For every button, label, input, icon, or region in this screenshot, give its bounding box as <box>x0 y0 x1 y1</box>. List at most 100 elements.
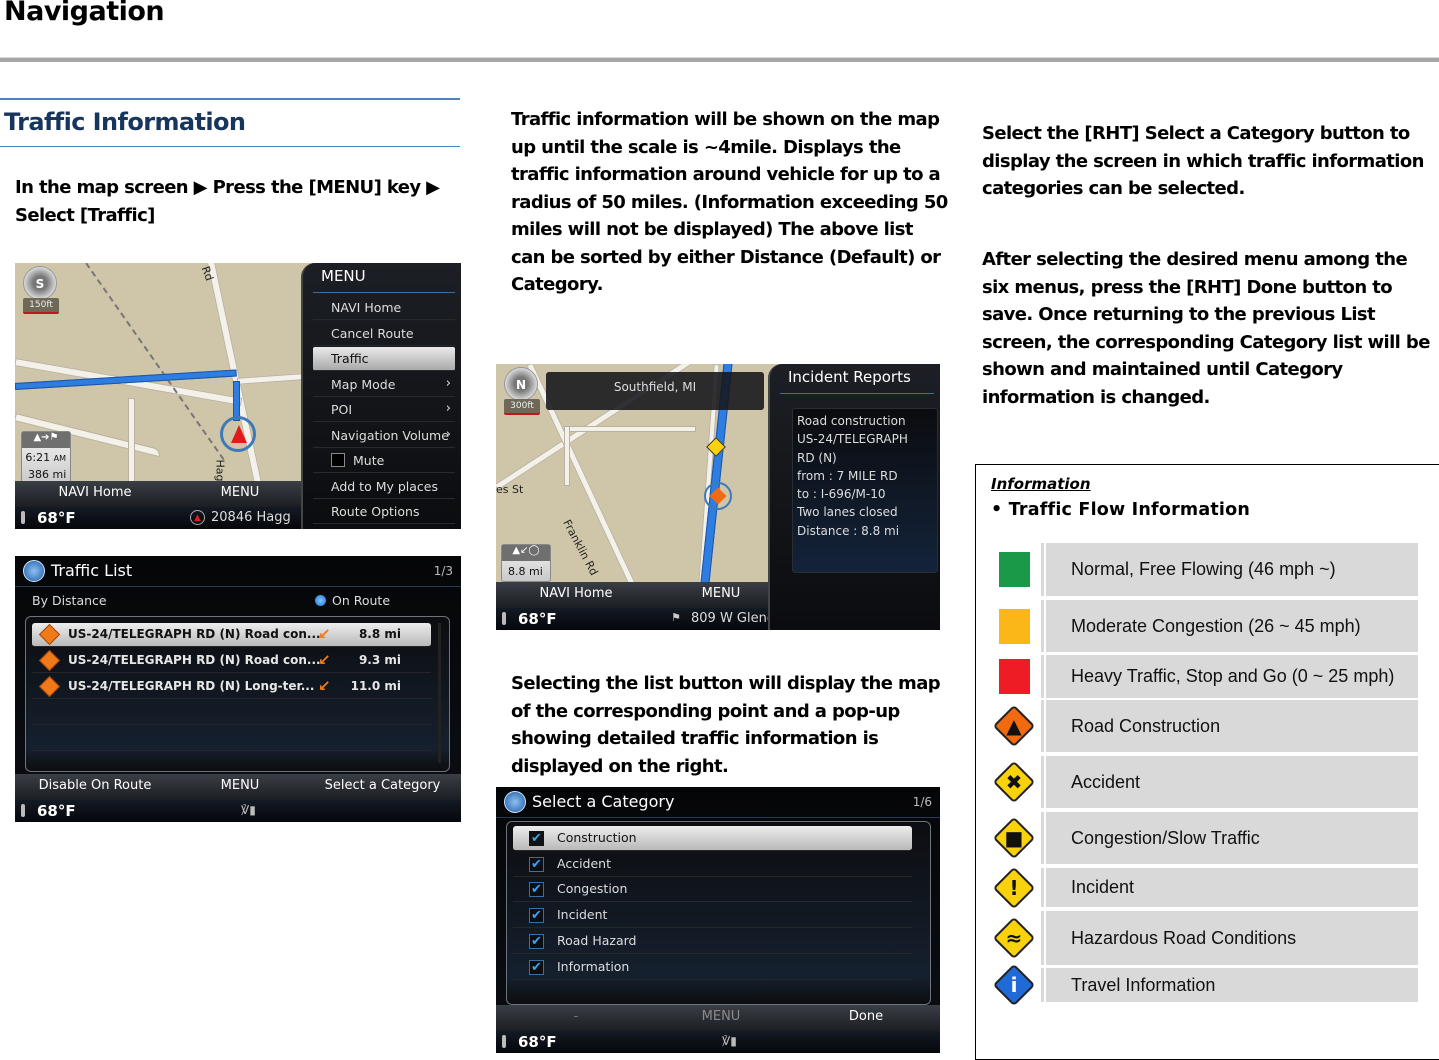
category-row[interactable]: ✔ Construction <box>513 826 912 851</box>
traffic-display-paragraph: Traffic information will be shown on the… <box>511 109 948 295</box>
incident-legend-row: ≈ Hazardous Road Conditions <box>989 911 1418 965</box>
softkey-bar: NAVI Home MENU <box>496 582 776 608</box>
construction-marker-icon <box>704 482 732 510</box>
category-row[interactable]: ✔ Information <box>513 955 912 980</box>
checkbox-checked-icon[interactable]: ✔ <box>529 959 544 975</box>
boundary-line <box>85 263 225 461</box>
menu-item[interactable]: NAVI Home <box>313 296 455 320</box>
checkbox-checked-icon[interactable]: ✔ <box>529 882 544 898</box>
menu-item[interactable]: Navigation Volume › <box>313 424 455 448</box>
map-scale: 300ft <box>504 399 540 415</box>
checkbox-checked-icon[interactable]: ✔ <box>529 831 544 846</box>
select-category-button[interactable]: Select a Category <box>310 778 455 793</box>
empty-list-row <box>32 701 431 725</box>
menu-item[interactable]: POI › <box>313 398 455 422</box>
map-view[interactable]: Rd Haggerty S 150ft ▲➔⚑ 6:21 AM 386 mi <box>15 263 318 511</box>
on-route-toggle[interactable]: On Route <box>315 593 390 608</box>
traffic-list-row[interactable]: US-24/TELEGRAPH RD (N) Road con... ↙ 8.8 m… <box>32 623 431 647</box>
empty-list-row <box>32 727 431 751</box>
chevron-right-icon: › <box>445 375 451 391</box>
page-indicator: 1/3 <box>433 564 453 578</box>
checkbox-checked-icon[interactable]: ✔ <box>529 908 544 924</box>
legend-label: Incident <box>1046 868 1418 907</box>
category-row[interactable]: ✔ Accident <box>513 852 912 877</box>
distance-box[interactable]: ▲↙◯ 8.8 mi <box>501 544 551 582</box>
menu-item[interactable]: Mute <box>313 449 455 473</box>
road <box>566 426 696 432</box>
menu-button[interactable]: MENU <box>205 778 275 793</box>
incident-reports-screen: es St Franklin Rd N 300ft Southfield, MI… <box>496 364 940 630</box>
compass-icon: S <box>23 266 57 300</box>
traffic-list-row[interactable]: US-24/TELEGRAPH RD (N) Road con... ↙ 9.3 m… <box>32 649 431 673</box>
color-swatch <box>999 552 1030 587</box>
street-label: es St <box>496 483 524 496</box>
menu-item-label: POI <box>331 402 353 417</box>
section-title: Traffic Information <box>4 108 246 136</box>
traffic-event-distance: 8.8 mi <box>358 627 401 641</box>
menu-item[interactable]: Map Mode › <box>313 373 455 397</box>
incident-panel: Incident Reports Road construction US-24/… <box>768 364 940 630</box>
traffic-flow-legend-row: Moderate Congestion (26 ~ 45 mph) <box>989 600 1418 652</box>
traffic-info-icon <box>23 560 45 582</box>
scrollbar[interactable] <box>438 623 441 763</box>
legend-label: Congestion/Slow Traffic <box>1046 812 1418 864</box>
menu-screen: Rd Haggerty S 150ft ▲➔⚑ 6:21 AM 386 mi N… <box>15 263 461 529</box>
compass-widget[interactable]: N 300ft <box>501 367 541 415</box>
category-row[interactable]: ✔ Incident <box>513 903 912 929</box>
menu-button[interactable]: MENU <box>686 1009 756 1024</box>
legend-label: Moderate Congestion (26 ~ 45 mph) <box>1046 600 1418 652</box>
legend-label: Accident <box>1046 756 1418 808</box>
checkbox-checked-icon[interactable]: ✔ <box>529 933 544 949</box>
icon-cell: ≈ <box>989 911 1041 965</box>
menu-title: MENU <box>321 267 366 285</box>
cell-divider <box>1041 911 1044 965</box>
category-label: Accident <box>557 855 611 871</box>
menu-item-label: Add to My places <box>331 478 438 494</box>
menu-item[interactable]: Traffic <box>313 347 455 371</box>
thermometer-icon <box>21 804 25 817</box>
compass-widget[interactable]: S 150ft <box>20 266 60 314</box>
disable-on-route-button[interactable]: Disable On Route <box>25 778 165 793</box>
navi-home-button[interactable]: NAVI Home <box>45 485 145 500</box>
icon-cell: i <box>989 963 1041 1007</box>
incident-detail-line: RD (N) <box>797 450 837 465</box>
map-view[interactable]: es St Franklin Rd N 300ft Southfield, MI… <box>496 364 786 602</box>
menu-item[interactable]: Add to My places <box>313 475 455 499</box>
menu-button[interactable]: MENU <box>205 485 275 500</box>
incident-legend-row: ✖ Accident <box>989 756 1418 808</box>
road-construction-icon: ▲ <box>1006 714 1022 738</box>
travel-information-icon: i <box>1010 973 1018 997</box>
traffic-list-row[interactable]: US-24/TELEGRAPH RD (N) Long-ter... ↙ 11.0 … <box>32 675 431 699</box>
menu-item[interactable]: Cancel Route <box>313 322 455 346</box>
sort-by-distance[interactable]: By Distance <box>32 593 107 608</box>
swatch-cell <box>989 600 1041 652</box>
route-line <box>233 381 240 421</box>
checkbox-checked-icon[interactable]: ✔ <box>529 856 544 872</box>
category-row[interactable]: ✔ Road Hazard <box>513 929 912 954</box>
cell-divider <box>1041 543 1044 596</box>
cell-divider <box>1041 756 1044 808</box>
direction-arrow-icon: ↙ <box>318 625 331 643</box>
temperature: 68°F <box>518 610 557 628</box>
category-label: Road Hazard <box>557 932 637 948</box>
navi-home-button[interactable]: NAVI Home <box>526 586 626 601</box>
menu-item-label: NAVI Home <box>331 300 402 315</box>
destination-flag-icon: ⚑ <box>671 611 681 624</box>
done-button[interactable]: Done <box>816 1009 916 1024</box>
category-label: Construction <box>557 830 637 845</box>
category-row[interactable]: ✔ Congestion <box>513 877 912 903</box>
screen-title: Traffic List <box>51 561 133 580</box>
incident-detail-line: from : 7 MILE RD <box>797 468 898 483</box>
menu-item[interactable]: Route Options <box>313 500 455 524</box>
eta-box[interactable]: ▲➔⚑ 6:21 AM 386 mi <box>21 431 71 485</box>
select-category-screen: Select a Category 1/6 ✔ Construction ✔ Acci… <box>496 787 940 1053</box>
category-list: ✔ Construction ✔ Accident ✔ Congestion ✔ Incide… <box>506 821 931 1005</box>
checkbox-icon[interactable] <box>331 453 345 467</box>
category-label: Incident <box>557 907 608 923</box>
incident-panel-title: Incident Reports <box>788 368 911 386</box>
street-label: Franklin Rd <box>560 517 601 578</box>
information-heading: Information <box>991 475 1091 493</box>
menu-button[interactable]: MENU <box>686 586 756 601</box>
incident-legend-row: i Travel Information <box>989 963 1418 1007</box>
incident-detail-line: Distance : 8.8 mi <box>797 523 900 538</box>
